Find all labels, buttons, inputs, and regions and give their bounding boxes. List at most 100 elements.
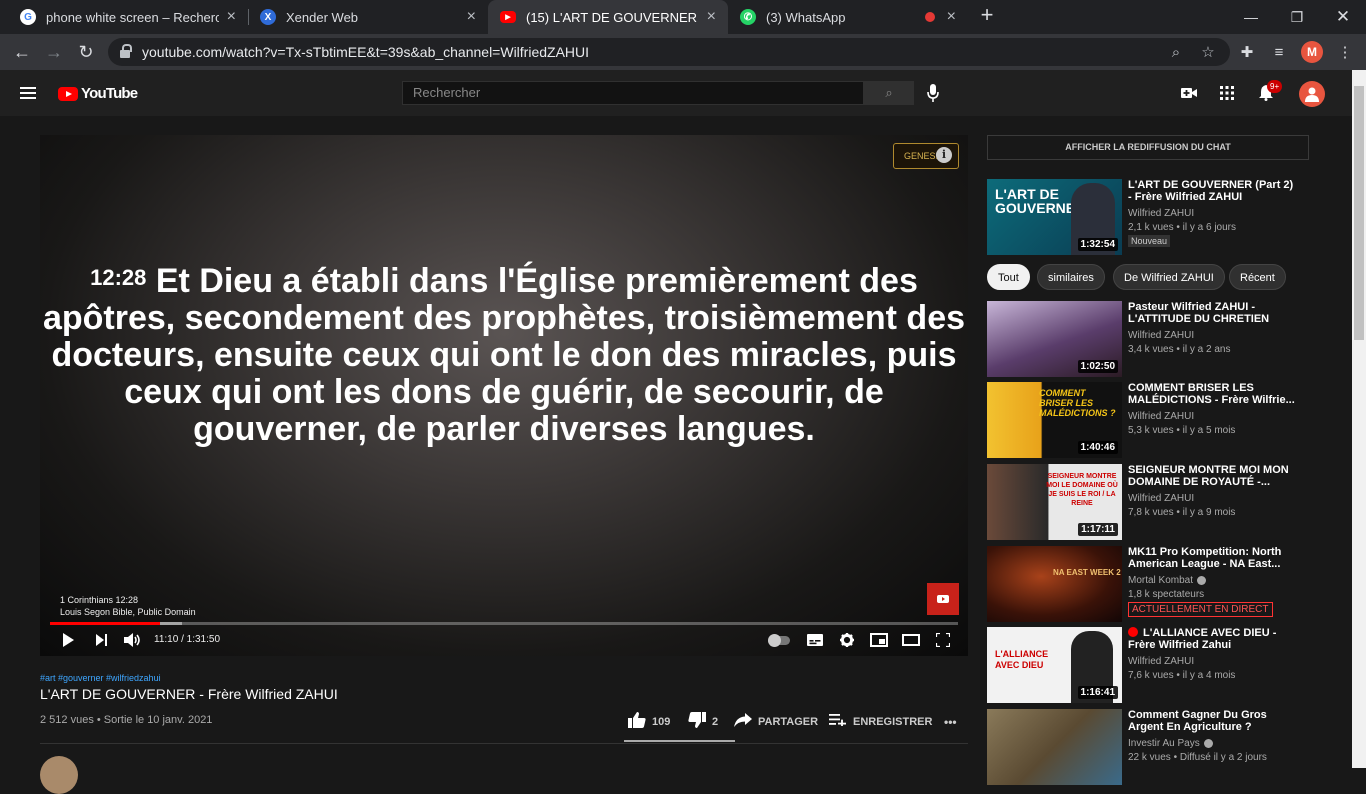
video-meta: 5,3 k vues • il y a 5 mois — [1128, 425, 1236, 436]
profile-avatar[interactable]: M — [1301, 41, 1323, 63]
microphone-icon[interactable] — [924, 83, 942, 103]
volume-icon[interactable] — [123, 631, 143, 649]
channel-name[interactable]: Wilfried ZAHUI — [1128, 656, 1194, 667]
close-tab-icon[interactable]: × — [227, 8, 236, 26]
video-player[interactable]: 12:28 Et Dieu a établi dans l'Église pre… — [40, 135, 968, 656]
video-thumbnail[interactable]: 1:02:50 — [987, 301, 1122, 377]
zoom-icon[interactable]: ⌕ — [1166, 42, 1186, 62]
maximize-button[interactable]: ❐ — [1274, 0, 1320, 34]
chip-related[interactable]: similaires — [1037, 264, 1105, 290]
video-title-text: L'ALLIANCE AVEC DIEU - Frère Wilfried Za… — [1128, 627, 1277, 651]
video-title[interactable]: MK11 Pro Kompetition: North American Lea… — [1128, 546, 1298, 570]
youtube-play-logo-icon — [58, 86, 78, 101]
next-video-button[interactable] — [94, 631, 110, 649]
back-button[interactable]: ← — [10, 40, 34, 64]
create-video-icon[interactable] — [1177, 82, 1201, 104]
search-icon: ⌕ — [885, 85, 893, 100]
dislike-button[interactable]: 2 — [688, 711, 718, 732]
apps-grid-icon[interactable] — [1215, 82, 1239, 104]
forward-button[interactable]: → — [42, 40, 66, 64]
subscribe-watermark-button[interactable] — [927, 583, 959, 615]
scrollbar-thumb[interactable] — [1354, 86, 1364, 340]
tab-youtube[interactable]: ▶ (15) L'ART DE GOUVERNER - Frère × — [488, 0, 728, 34]
address-bar[interactable]: youtube.com/watch?v=Tx-sTbtimEE&t=39s&ab… — [108, 38, 1230, 66]
bookmark-star-icon[interactable]: ☆ — [1198, 42, 1218, 62]
media-control-icon[interactable]: ≡ — [1268, 41, 1290, 63]
video-thumbnail[interactable]: L'ART DE GOUVERNER 1:32:54 — [987, 179, 1122, 255]
video-title[interactable]: L'ART DE GOUVERNER (Part 2) - Frère Wilf… — [1128, 179, 1298, 203]
verified-check-icon — [1197, 576, 1207, 585]
channel-name[interactable]: Wilfried ZAHUI — [1128, 493, 1194, 504]
theater-mode-icon[interactable] — [901, 631, 921, 649]
channel-name[interactable]: Wilfried ZAHUI — [1128, 330, 1194, 341]
share-button[interactable]: PARTAGER — [734, 712, 818, 732]
menu-dots-icon[interactable]: ⋮ — [1334, 41, 1356, 63]
recommended-video[interactable]: COMMENT BRISER LES MALÉDICTIONS ? 1:40:4… — [987, 382, 1352, 458]
extensions-icon[interactable]: ✚ — [1236, 41, 1258, 63]
youtube-logo[interactable]: YouTube — [58, 85, 138, 102]
video-title[interactable]: L'ALLIANCE AVEC DIEU - Frère Wilfried Za… — [1128, 627, 1298, 651]
tab-title: (15) L'ART DE GOUVERNER - Frère — [526, 9, 699, 25]
browser-toolbar: ← → ↻ youtube.com/watch?v=Tx-sTbtimEE&t=… — [0, 34, 1366, 70]
video-thumbnail[interactable]: COMMENT BRISER LES MALÉDICTIONS ? 1:40:4… — [987, 382, 1122, 458]
video-duration: 1:40:46 — [1077, 441, 1118, 454]
recommended-video-top[interactable]: L'ART DE GOUVERNER 1:32:54 L'ART DE GOUV… — [987, 179, 1352, 255]
reference-line: Louis Segon Bible, Public Domain — [60, 607, 196, 617]
chip-recent[interactable]: Récent — [1229, 264, 1286, 290]
channel-name[interactable]: Wilfried ZAHUI — [1128, 208, 1194, 219]
verse-body: Et Dieu a établi dans l'Église premièrem… — [42, 262, 966, 448]
minimize-button[interactable]: — — [1228, 0, 1274, 34]
search-button[interactable]: ⌕ — [864, 81, 914, 105]
channel-name[interactable]: Wilfried ZAHUI — [1128, 411, 1194, 422]
close-tab-icon[interactable]: × — [947, 8, 956, 26]
account-avatar[interactable] — [1299, 81, 1325, 107]
video-thumbnail[interactable]: SEIGNEUR MONTRE MOI LE DOMAINE OÙ JE SUI… — [987, 464, 1122, 540]
autoplay-toggle[interactable] — [768, 634, 790, 647]
close-window-button[interactable]: ✕ — [1320, 0, 1366, 34]
search-input[interactable]: Rechercher — [402, 81, 864, 105]
close-tab-icon[interactable]: × — [707, 8, 716, 26]
verified-check-icon — [1203, 739, 1213, 748]
chip-all[interactable]: Tout — [987, 264, 1030, 290]
like-button[interactable]: 109 — [628, 711, 670, 732]
close-tab-icon[interactable]: × — [467, 8, 476, 26]
video-title[interactable]: SEIGNEUR MONTRE MOI MON DOMAINE DE ROYAU… — [1128, 464, 1298, 488]
recommended-video[interactable]: L'ALLIANCE AVEC DIEU 1:16:41 L'ALLIANCE … — [987, 627, 1352, 703]
channel-name[interactable]: Investir Au Pays — [1128, 738, 1213, 749]
info-icon[interactable]: i — [936, 147, 952, 163]
chip-from-channel[interactable]: De Wilfried ZAHUI — [1113, 264, 1225, 290]
fullscreen-icon[interactable] — [934, 631, 952, 649]
video-title[interactable]: Pasteur Wilfried ZAHUI - L'ATTITUDE DU C… — [1128, 301, 1298, 325]
like-ratio-bar — [624, 740, 735, 742]
thumbnail-text: SEIGNEUR MONTRE MOI LE DOMAINE OÙ JE SUI… — [1046, 473, 1118, 507]
channel-avatar[interactable] — [40, 756, 78, 794]
video-thumbnail[interactable]: L'ALLIANCE AVEC DIEU 1:16:41 — [987, 627, 1122, 703]
video-hashtags[interactable]: #art #gouverner #wilfriedzahui — [40, 673, 161, 683]
tab-title: phone white screen – Recherche — [46, 9, 219, 25]
new-tab-button[interactable]: + — [976, 4, 998, 27]
video-thumbnail[interactable] — [987, 709, 1122, 785]
video-title[interactable]: Comment Gagner Du Gros Argent En Agricul… — [1128, 709, 1298, 733]
more-actions-button[interactable]: ••• — [944, 712, 957, 732]
recommended-video[interactable]: Comment Gagner Du Gros Argent En Agricul… — [987, 709, 1352, 785]
progress-bar[interactable] — [50, 622, 958, 625]
show-chat-replay-button[interactable]: AFFICHER LA REDIFFUSION DU CHAT — [987, 135, 1309, 160]
channel-name[interactable]: Mortal Kombat — [1128, 575, 1207, 586]
recommended-video[interactable]: SEIGNEUR MONTRE MOI LE DOMAINE OÙ JE SUI… — [987, 464, 1352, 540]
video-title[interactable]: COMMENT BRISER LES MALÉDICTIONS - Frère … — [1128, 382, 1298, 406]
miniplayer-icon[interactable] — [869, 631, 889, 649]
save-button[interactable]: ENREGISTRER — [829, 712, 932, 732]
reload-button[interactable]: ↻ — [74, 40, 98, 64]
subtitles-icon[interactable] — [806, 631, 824, 649]
tab-whatsapp[interactable]: ✆ (3) WhatsApp × — [728, 0, 968, 34]
video-thumbnail[interactable]: NA EAST WEEK 2 — [987, 546, 1122, 622]
tab-google-search[interactable]: G phone white screen – Recherche × — [8, 0, 248, 34]
youtube-icon: ▶ — [500, 11, 516, 23]
recommended-video[interactable]: 1:02:50 Pasteur Wilfried ZAHUI - L'ATTIT… — [987, 301, 1352, 377]
tab-xender[interactable]: X Xender Web × — [248, 0, 488, 34]
play-button[interactable] — [60, 631, 76, 649]
recommended-video-live[interactable]: NA EAST WEEK 2 MK11 Pro Kompetition: Nor… — [987, 546, 1352, 622]
hamburger-menu-icon[interactable] — [20, 87, 36, 99]
settings-gear-icon[interactable] — [838, 631, 856, 649]
live-dot-icon — [1128, 627, 1138, 637]
